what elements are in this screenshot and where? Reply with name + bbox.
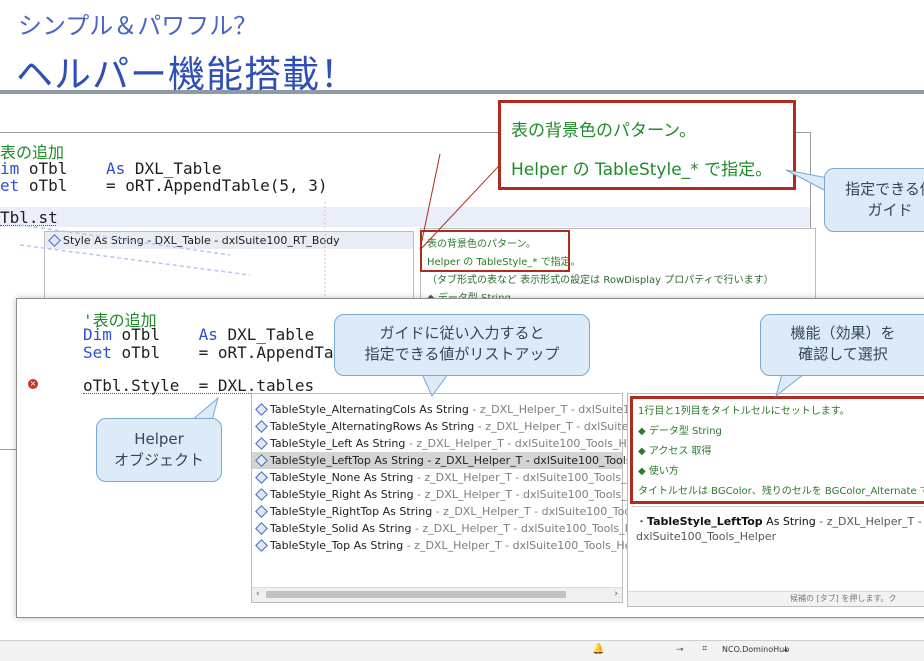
slide-subtitle: シンプル＆パワフル？ bbox=[18, 12, 258, 40]
completion-item-signature: - z_DXL_Helper_T - dxlSuite100_Tools_Hel… bbox=[413, 471, 663, 484]
completion-item-name: TableStyle_RightTop As String bbox=[270, 505, 433, 518]
tooltip-footer: 候補の [タブ] を押します。ク bbox=[628, 591, 924, 606]
server-name[interactable]: NCO.DominoHub bbox=[722, 645, 789, 654]
property-icon bbox=[255, 505, 268, 518]
callout-line: 表の背景色のパターン。 bbox=[511, 121, 697, 141]
property-icon bbox=[255, 539, 268, 552]
horizontal-scrollbar[interactable]: ‹ › bbox=[252, 587, 622, 602]
completion-item-name: TableStyle_Right As String bbox=[270, 488, 414, 501]
property-icon bbox=[255, 471, 268, 484]
completion-item-signature: - z_DXL_Helper_T - dxlSuite100_Tools_Hel… bbox=[403, 539, 653, 552]
bubble-helper-object: Helper オブジェクト bbox=[96, 418, 222, 482]
bell-icon[interactable]: 🔔 bbox=[592, 644, 604, 655]
completion-item[interactable]: TableStyle_Left As String - z_DXL_Helper… bbox=[252, 435, 655, 452]
chevron-up-icon[interactable]: ▴ bbox=[784, 645, 788, 653]
completion-item[interactable]: TableStyle_Right As String - z_DXL_Helpe… bbox=[252, 486, 663, 503]
scroll-thumb[interactable] bbox=[266, 591, 566, 598]
property-icon bbox=[255, 403, 268, 416]
tooltip-divider bbox=[632, 506, 924, 507]
bubble-tail bbox=[775, 373, 806, 398]
key-icon[interactable]: ⊸ bbox=[676, 645, 684, 655]
tooltip-front: 1行目と1列目をタイトルセルにセットします。 ◆ データ型 String ◆ ア… bbox=[627, 393, 924, 607]
bubble-value-guide: 指定できる値 ガイド bbox=[824, 168, 924, 232]
code-line-dim: Dim oTbl As DXL_Table bbox=[83, 325, 315, 344]
scroll-left-icon[interactable]: ‹ bbox=[256, 589, 260, 599]
callout-tablestyle: 表の背景色のパターン。 Helper の TableStyle_* で指定。 bbox=[498, 100, 796, 190]
tooltip-hint: 候補の [タブ] を押します。ク bbox=[790, 594, 897, 603]
completion-item-signature: - z_DXL_Helper_T - dxlSuite100_Tools_Hel… bbox=[405, 437, 655, 450]
completion-item-name: TableStyle_LeftTop As String - z_DXL_Hel… bbox=[270, 454, 674, 467]
property-icon bbox=[255, 420, 268, 433]
property-icon bbox=[255, 522, 268, 535]
header-divider bbox=[0, 90, 924, 94]
status-bar: 🔔 ⊸ ⌗ NCO.DominoHub ▴ bbox=[0, 640, 924, 661]
bubble-tail bbox=[421, 373, 449, 397]
property-icon bbox=[255, 454, 268, 467]
completion-item[interactable]: TableStyle_RightTop As String - z_DXL_He… bbox=[252, 503, 682, 520]
completion-item-name: TableStyle_Solid As String bbox=[270, 522, 412, 535]
tooltip-line: タイトルセルは BGColor、残りのセルを BGColor_Alternate… bbox=[638, 486, 924, 497]
member-signature: ・TableStyle_LeftTop As String - z_DXL_He… bbox=[636, 515, 922, 543]
completion-item-signature: - z_DXL_Helper_T - dxlSuite100_Tools_Hel… bbox=[413, 488, 664, 501]
callout-line: Helper の TableStyle_* で指定。 bbox=[511, 160, 773, 180]
scroll-right-icon[interactable]: › bbox=[614, 589, 618, 599]
tooltip-line: ◆ データ型 String bbox=[638, 426, 722, 437]
tooltip-line: ◆ 使い方 bbox=[638, 466, 679, 477]
completion-item[interactable]: TableStyle_None As String - z_DXL_Helper… bbox=[252, 469, 663, 486]
bubble-function-confirm: 機能（効果）を 確認して選択 bbox=[760, 314, 924, 376]
completion-item[interactable]: TableStyle_AlternatingCols As String - z… bbox=[252, 401, 718, 418]
error-icon[interactable]: × bbox=[28, 379, 38, 389]
completion-item-name: TableStyle_Top As String bbox=[270, 539, 404, 552]
completion-item-name: TableStyle_Left As String bbox=[270, 437, 406, 450]
completion-item[interactable]: TableStyle_AlternatingRows As String - z… bbox=[252, 418, 724, 435]
property-icon bbox=[255, 488, 268, 501]
completion-item-name: TableStyle_AlternatingRows As String bbox=[270, 420, 475, 433]
completion-item-signature: - z_DXL_Helper_T - dxlSuite100_Tools_Hel… bbox=[411, 522, 661, 535]
tooltip-line: 1行目と1列目をタイトルセルにセットします。 bbox=[638, 406, 850, 417]
code-line-set: et oTbl = oRT.AppendTable(5, 3) bbox=[0, 176, 328, 195]
property-icon bbox=[255, 437, 268, 450]
tooltip-line: ◆ アクセス 取得 bbox=[638, 446, 712, 457]
completion-item-name: TableStyle_None As String bbox=[270, 471, 414, 484]
completion-list-front[interactable]: TableStyle_AlternatingCols As String - z… bbox=[251, 393, 724, 603]
completion-item[interactable]: TableStyle_LeftTop As String - z_DXL_Hel… bbox=[252, 452, 673, 469]
completion-item[interactable]: TableStyle_Top As String - z_DXL_Helper_… bbox=[252, 537, 653, 554]
code-line-set: Set oTbl = oRT.AppendTabl bbox=[83, 343, 353, 362]
network-icon[interactable]: ⌗ bbox=[702, 644, 707, 654]
completion-item-name: TableStyle_AlternatingCols As String bbox=[270, 403, 469, 416]
completion-item[interactable]: TableStyle_Solid As String - z_DXL_Helpe… bbox=[252, 520, 661, 537]
bubble-input-guide: ガイドに従い入力すると 指定できる値がリストアップ bbox=[334, 314, 590, 376]
